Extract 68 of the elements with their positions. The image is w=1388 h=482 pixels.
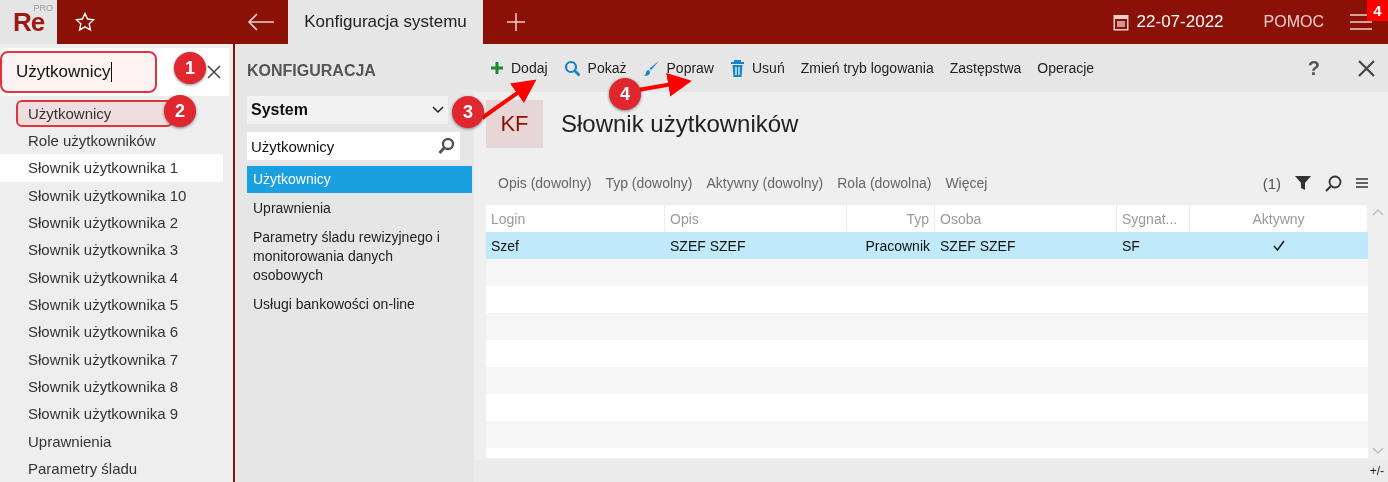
trash-icon [730,59,745,77]
page-title: Słownik użytkowników [561,110,799,138]
toolbar-button[interactable]: Zastępstwa [949,60,1022,76]
menu-item[interactable]: Słownik użytkownika 4 [0,263,223,291]
table-cell: Szef [491,237,519,254]
search-icon [563,59,581,77]
plus-icon [490,61,504,75]
search-field[interactable]: Użytkownicy [0,50,157,93]
filter-button[interactable]: Aktywny (dowolny) [706,175,824,191]
app-logo: RePRO [0,0,57,44]
close-icon[interactable] [207,64,221,79]
help-button[interactable]: ? [1307,56,1320,80]
search-field[interactable]: Użytkownicy [247,132,460,160]
star-icon[interactable] [75,12,95,32]
toolbar-button[interactable]: Operacje [1037,60,1095,76]
search-value: Użytkownicy [251,137,335,155]
nav-item[interactable]: Uprawnienia [247,195,472,222]
toolbar-button[interactable]: Pokaż [563,59,627,77]
table-cell: Pracownik [865,237,930,254]
toolbar-button[interactable]: Dodaj [490,60,548,76]
menu-item[interactable]: Role użytkowników [0,127,223,155]
filter-button[interactable]: Typ (dowolny) [605,175,693,191]
panel-title: KONFIGURACJA [247,62,377,81]
table-cell: SF [1122,237,1140,254]
nav-item[interactable]: Parametry śladu rewizyjnego i monitorowania danych osobowych [247,224,472,289]
search-value: Użytkownicy [16,61,111,82]
plus-icon[interactable] [506,12,526,32]
step-marker: 3 [452,96,484,128]
menu-item[interactable]: Słownik użytkownika 6 [0,318,223,346]
menu-item[interactable]: Parametry śladu [0,454,223,482]
back-arrow-icon[interactable] [247,13,275,31]
menu-item[interactable]: Użytkownicy [16,99,173,127]
filter-button[interactable]: Rola (dowolna) [837,175,932,191]
filter-count: (1) [1262,174,1281,192]
menu-item[interactable]: Słownik użytkownika 5 [0,290,223,319]
menu-item[interactable]: Słownik użytkownika 8 [0,372,223,401]
menu-item[interactable]: Słownik użytkownika 7 [0,345,223,373]
table-row[interactable]: Szef SZEF SZEF Pracownik SZEF SZEF SF [486,232,1368,259]
menu-item[interactable]: Słownik użytkownika 2 [0,208,223,237]
step-marker: 4 [609,78,641,110]
toolbar-button[interactable]: Usuń [730,59,785,77]
filter-icon[interactable] [1295,175,1311,191]
notification-badge: 4 [1367,0,1388,21]
help-link[interactable]: POMOC [1263,13,1324,31]
date-text: 22-07-2022 [1136,12,1224,32]
nav-item[interactable]: Usługi bankowości on-line [247,291,472,318]
dropdown[interactable]: System [247,96,448,124]
module-badge: KF [486,100,543,148]
tab[interactable]: Konfiguracja systemu [288,0,483,44]
menu-item[interactable]: Słownik użytkownika 9 [0,400,223,428]
toolbar-button[interactable]: Zmień tryb logowania [800,60,934,76]
close-icon[interactable] [1358,59,1375,77]
chevron-down-icon [432,106,444,114]
menu-item[interactable]: Uprawnienia [0,427,223,455]
menu-item[interactable]: Słownik użytkownika 3 [0,236,223,264]
calendar-icon [1112,13,1129,31]
search-icon [438,137,456,155]
table-cell: SZEF SZEF [670,237,746,254]
brush-icon [642,59,660,77]
toolbar-button[interactable]: Popraw [642,59,714,77]
menu-icon[interactable] [1356,178,1368,188]
search-icon[interactable] [1325,174,1342,192]
menu-item[interactable]: Słownik użytkownika 1 [0,154,223,182]
filter-button[interactable]: Więcej [945,175,988,191]
zoom-button[interactable]: +/- [1369,464,1384,478]
table-cell: SZEF SZEF [940,237,1016,254]
menu-item[interactable]: Słownik użytkownika 10 [0,181,223,209]
filter-button[interactable]: Opis (dowolny) [498,175,592,191]
